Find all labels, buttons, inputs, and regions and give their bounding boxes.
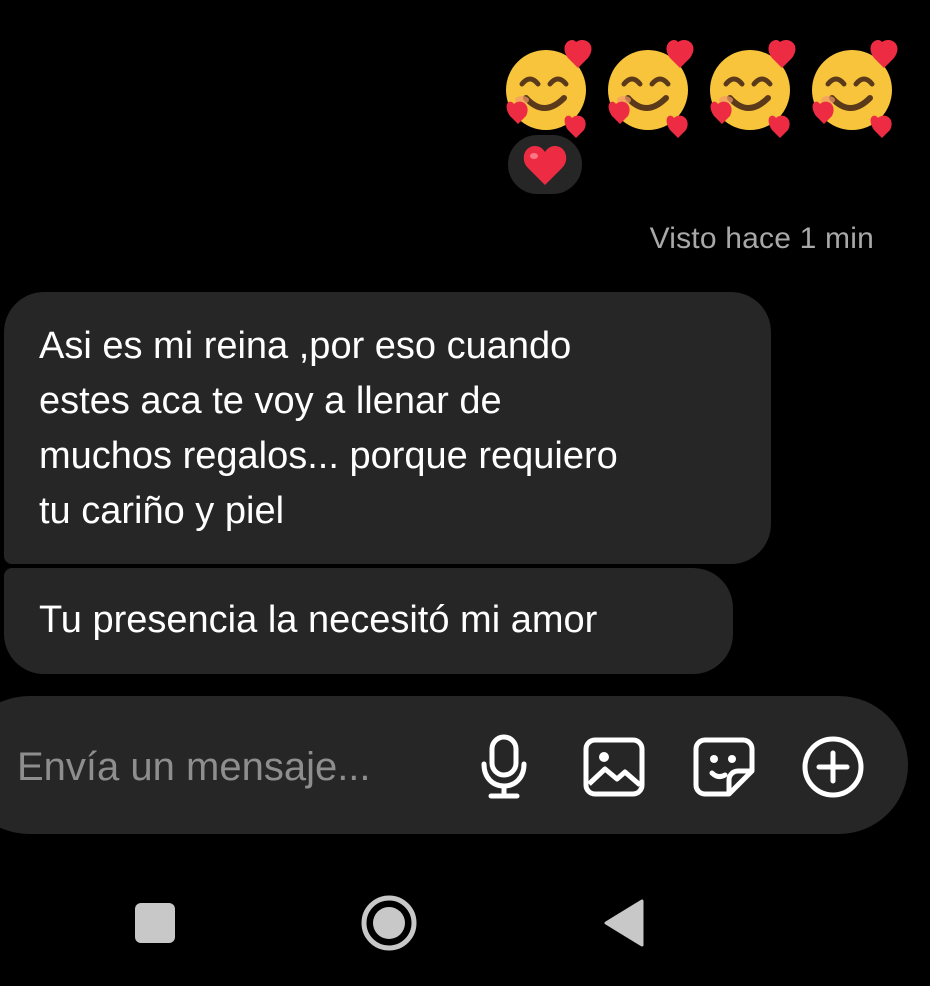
back-button[interactable] xyxy=(598,896,648,950)
home-button[interactable] xyxy=(358,892,420,954)
message-input[interactable] xyxy=(17,742,447,792)
message-reaction[interactable] xyxy=(505,132,585,197)
message-text-line: Asi es mi reina ,por eso cuando xyxy=(39,325,572,367)
smiling-face-with-hearts-icon xyxy=(602,38,698,138)
smiling-face-with-hearts-icon xyxy=(704,38,800,138)
microphone-icon[interactable] xyxy=(472,734,536,800)
gallery-icon[interactable] xyxy=(582,734,646,800)
back-triangle-icon xyxy=(604,899,644,947)
message-text-line: estes aca te voy a llenar de xyxy=(39,380,502,422)
received-message-bubble[interactable]: Asi es mi reina ,por eso cuando estes ac… xyxy=(4,292,771,564)
system-navigation-bar xyxy=(0,880,930,966)
plus-icon[interactable] xyxy=(801,734,865,800)
sticker-icon[interactable] xyxy=(692,734,756,800)
recents-button[interactable] xyxy=(130,898,180,948)
seen-status: Visto hace 1 min xyxy=(649,222,874,255)
smiling-face-with-hearts-icon xyxy=(806,38,902,138)
square-icon xyxy=(135,903,175,943)
message-text-line: muchos regalos... porque requiero xyxy=(39,435,618,477)
message-text-line: tu cariño y piel xyxy=(39,490,285,532)
smiling-face-with-hearts-icon xyxy=(500,38,596,138)
sent-emoji-message[interactable] xyxy=(500,38,910,138)
received-message-bubble[interactable]: Tu presencia la necesitó mi amor xyxy=(4,568,733,674)
circle-icon xyxy=(361,895,417,951)
red-heart-icon xyxy=(523,145,567,185)
message-text: Tu presencia la necesitó mi amor xyxy=(39,599,598,641)
